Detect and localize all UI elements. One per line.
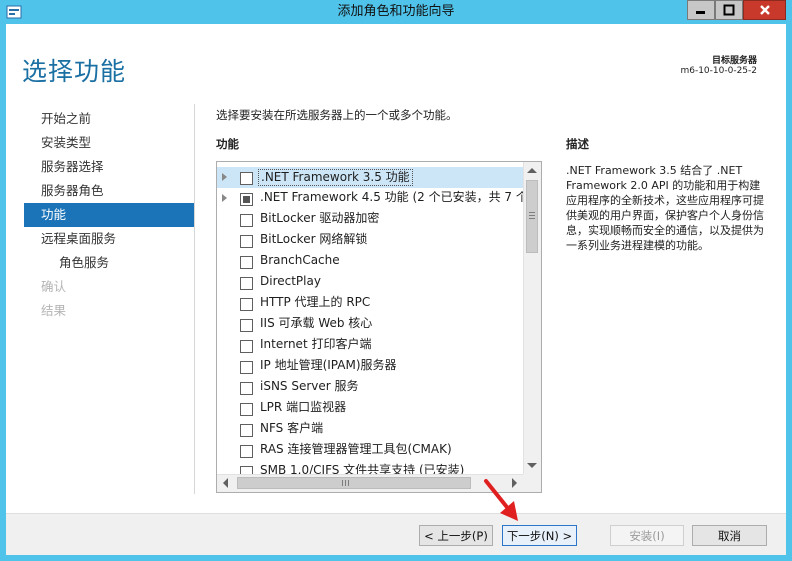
feature-checkbox[interactable] [240,403,253,416]
feature-label: IP 地址管理(IPAM)服务器 [260,358,397,372]
feature-checkbox[interactable] [240,319,253,332]
nav-item: 结果 [41,303,67,318]
instruction-text: 选择要安装在所选服务器上的一个或多个功能。 [216,108,458,122]
feature-label: NFS 客户端 [260,421,324,435]
feature-label: HTTP 代理上的 RPC [260,295,371,309]
description-text: .NET Framework 3.5 结合了 .NET Framework 2.… [566,164,764,252]
expand-arrow-icon[interactable] [222,173,227,181]
nav-item[interactable]: 功能 [24,203,194,227]
feature-label: BitLocker 驱动器加密 [260,211,380,225]
page-title: 选择功能 [22,57,127,86]
feature-label: Internet 打印客户端 [260,337,372,351]
scroll-grip-icon [529,212,535,213]
window-title: 添加角色和功能向导 [337,4,455,19]
close-button[interactable] [743,0,786,20]
feature-label: .NET Framework 4.5 功能 (2 个已安装，共 7 个) [260,190,533,204]
features-heading: 功能 [216,137,239,151]
description-heading: 描述 [566,137,589,151]
nav-item[interactable]: 角色服务 [24,251,194,275]
destination-server-label: 目标服务器 [711,56,757,66]
feature-label: BitLocker 网络解锁 [260,232,368,246]
feature-label: RAS 连接管理器管理工具包(CMAK) [260,442,452,456]
expand-arrow-icon[interactable] [222,194,227,202]
feature-row[interactable]: IP 地址管理(IPAM)服务器 [217,356,525,377]
scrollbar-corner [523,474,541,492]
feature-checkbox[interactable] [240,361,253,374]
nav-item: 确认 [41,279,67,294]
scroll-left-arrow-icon[interactable] [223,478,228,488]
nav-item[interactable]: 远程桌面服务 [24,227,194,251]
feature-label: LPR 端口监视器 [260,400,347,414]
feature-row[interactable]: IIS 可承载 Web 核心 [217,314,525,335]
scroll-grip-line [345,480,346,486]
feature-checkbox[interactable] [240,172,253,185]
feature-row[interactable]: BranchCache [217,251,525,272]
feature-label: BranchCache [260,253,340,267]
feature-checkbox[interactable] [240,193,253,206]
red-arrow-icon [484,479,518,521]
feature-row[interactable]: .NET Framework 4.5 功能 (2 个已安装，共 7 个) [217,188,533,209]
feature-checkbox[interactable] [240,382,253,395]
feature-row[interactable]: HTTP 代理上的 RPC [217,293,525,314]
feature-row[interactable]: iSNS Server 服务 [217,377,525,398]
scroll-grip-icon [342,480,343,486]
feature-row[interactable]: LPR 端口监视器 [217,398,525,419]
nav-item[interactable]: 服务器角色 [24,179,194,203]
scroll-grip-line [529,215,535,216]
feature-row[interactable]: BitLocker 驱动器加密 [217,209,525,230]
cancel-button[interactable]: 取消 [692,525,767,546]
feature-checkbox[interactable] [240,445,253,458]
feature-checkbox[interactable] [240,424,253,437]
feature-label: iSNS Server 服务 [260,379,359,393]
nav-item[interactable]: 安装类型 [24,131,194,155]
nav-divider [194,104,195,494]
close-icon [759,5,770,15]
feature-checkbox[interactable] [240,340,253,353]
minimize-button[interactable] [687,0,715,20]
feature-row[interactable]: BitLocker 网络解锁 [217,230,525,251]
next-button[interactable]: 下一步(N) > [502,525,577,546]
horizontal-scroll-thumb[interactable] [237,477,471,489]
maximize-button[interactable] [715,0,743,20]
minimize-icon [696,11,705,14]
feature-row[interactable]: RAS 连接管理器管理工具包(CMAK) [217,440,525,461]
nav-item[interactable]: 开始之前 [24,107,194,131]
scroll-down-arrow-icon[interactable] [527,463,537,468]
feature-row[interactable]: .NET Framework 3.5 功能 [217,167,525,188]
feature-checkbox[interactable] [240,235,253,248]
vertical-scroll-thumb[interactable] [526,180,538,253]
feature-checkbox[interactable] [240,256,253,269]
scroll-up-arrow-icon[interactable] [527,168,537,173]
feature-checkbox[interactable] [240,214,253,227]
previous-button[interactable]: < 上一步(P) [419,525,493,546]
scroll-grip-line [529,218,535,219]
feature-label: IIS 可承载 Web 核心 [260,316,373,330]
feature-checkbox[interactable] [240,298,253,311]
feature-label: .NET Framework 3.5 功能 [258,169,413,186]
nav-item[interactable]: 服务器选择 [24,155,194,179]
feature-label: DirectPlay [260,274,321,288]
feature-row[interactable]: Internet 打印客户端 [217,335,525,356]
features-list[interactable]: .NET Framework 3.5 功能 .NET Framework 4.5 … [216,161,542,493]
feature-checkbox[interactable] [240,277,253,290]
feature-row[interactable]: DirectPlay [217,272,525,293]
destination-server-name: m6-10-10-0-25-2 [680,66,757,76]
install-button[interactable]: 安装(I) [610,525,684,546]
maximize-icon [723,4,735,16]
feature-row[interactable]: NFS 客户端 [217,419,525,440]
scroll-grip-line [348,480,349,486]
